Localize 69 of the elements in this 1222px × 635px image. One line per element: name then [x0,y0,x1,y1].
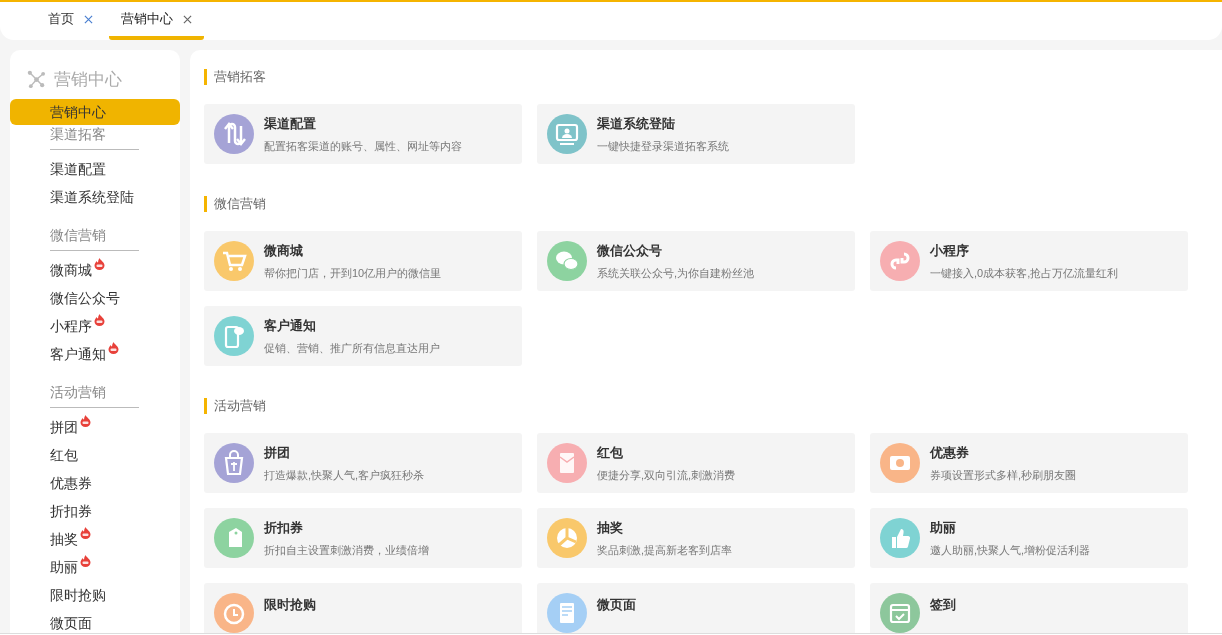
group-heading: 渠道拓客 [50,124,139,150]
card-description: 折扣自主设置刺激消费，业绩倍增 [264,542,429,558]
card-description: 系统关联公众号,为你自建粉丝池 [597,265,755,281]
sidebar-item[interactable]: 抽奖 [50,529,78,549]
feature-card[interactable]: 微页面 [537,583,855,633]
card-title: 微商城 [264,241,304,260]
sidebar-item[interactable]: 优惠券 [50,473,92,493]
sidebar-item[interactable]: 折扣券 [50,501,92,521]
feature-card[interactable]: 红包 便捷分享,双向引流,刺激消费 [537,433,855,493]
feature-card[interactable]: 签到 [870,583,1188,633]
card-title: 客户通知 [264,316,317,335]
sidebar-item[interactable]: 限时抢购 [50,585,106,605]
card-title: 签到 [930,596,956,614]
close-icon[interactable] [84,14,93,24]
feature-card[interactable]: 微商城 帮你把门店，开到10亿用户的微信里 [204,231,522,291]
card-description: 配置拓客渠道的账号、属性、网址等内容 [264,138,462,154]
sidebar-item[interactable]: 客户通知 [50,344,106,364]
group-heading: 活动营销 [50,382,139,408]
section-heading: 营销拓客 [204,69,266,85]
card-description: 邀人助丽,快聚人气,增粉促活利器 [930,542,1091,558]
tab[interactable]: 营销中心 [109,2,204,40]
card-title: 助丽 [930,518,957,537]
card-title: 微信公众号 [597,241,663,260]
card-description: 帮你把门店，开到10亿用户的微信里 [264,265,442,281]
card-description: 奖品刺激,提高新老客到店率 [597,542,733,558]
card-description: 促销、营销、推广所有信息直达用户 [264,340,440,356]
section-heading: 微信营销 [204,196,266,212]
card-description: 券项设置形式多样,秒刷朋友圈 [930,467,1077,483]
card-title: 小程序 [930,241,970,260]
card-description: 打造爆款,快聚人气,客户疯狂秒杀 [264,467,425,483]
feature-card[interactable]: 渠道系统登陆 一键快捷登录渠道拓客系统 [537,104,855,164]
sidebar-item[interactable]: 拼团 [50,417,78,437]
card-title: 优惠券 [930,443,970,462]
sidebar-item[interactable]: 渠道系统登陆 [50,187,134,207]
feature-card[interactable]: 微信公众号 系统关联公众号,为你自建粉丝池 [537,231,855,291]
feature-card[interactable]: 助丽 邀人助丽,快聚人气,增粉促活利器 [870,508,1188,568]
sidebar-item[interactable]: 微商城 [50,260,92,280]
card-description: 便捷分享,双向引流,刺激消费 [597,467,736,483]
section-heading: 活动营销 [204,398,266,414]
feature-card[interactable]: 小程序 一键接入,0成本获客,抢占万亿流量红利 [870,231,1188,291]
close-icon[interactable] [183,14,192,24]
feature-card[interactable]: 折扣券 折扣自主设置刺激消费，业绩倍增 [204,508,522,568]
feature-card[interactable]: 抽奖 奖品刺激,提高新老客到店率 [537,508,855,568]
sidebar-item[interactable]: 微页面 [50,613,92,633]
sidebar-item[interactable]: 微信公众号 [50,288,120,308]
group-heading: 微信营销 [50,225,139,251]
card-title: 微页面 [597,596,636,614]
network-icon [27,69,46,89]
card-title: 拼团 [264,443,291,462]
card-title: 抽奖 [597,518,624,537]
card-title: 折扣券 [264,518,304,537]
card-title: 渠道配置 [264,114,317,133]
feature-card[interactable]: 拼团 打造爆款,快聚人气,客户疯狂秒杀 [204,433,522,493]
card-title: 限时抢购 [264,596,316,614]
card-title: 渠道系统登陆 [597,114,676,133]
feature-card[interactable]: 优惠券 券项设置形式多样,秒刷朋友圈 [870,433,1188,493]
sidebar-item[interactable]: 渠道配置 [50,159,106,179]
sidebar-item[interactable]: 小程序 [50,316,92,336]
feature-card[interactable]: 客户通知 促销、营销、推广所有信息直达用户 [204,306,522,366]
feature-card[interactable]: 限时抢购 [204,583,522,633]
sidebar-item[interactable]: 助丽 [50,557,78,577]
sidebar-title: 营销中心 [54,68,122,91]
feature-card[interactable]: 渠道配置 配置拓客渠道的账号、属性、网址等内容 [204,104,522,164]
card-title: 红包 [597,443,624,462]
sidebar-item[interactable]: 营销中心 [10,99,180,125]
card-description: 一键接入,0成本获客,抢占万亿流量红利 [930,265,1119,281]
sidebar-item[interactable]: 红包 [50,445,78,465]
card-description: 一键快捷登录渠道拓客系统 [597,138,729,154]
tab[interactable]: 首页 [36,2,105,40]
